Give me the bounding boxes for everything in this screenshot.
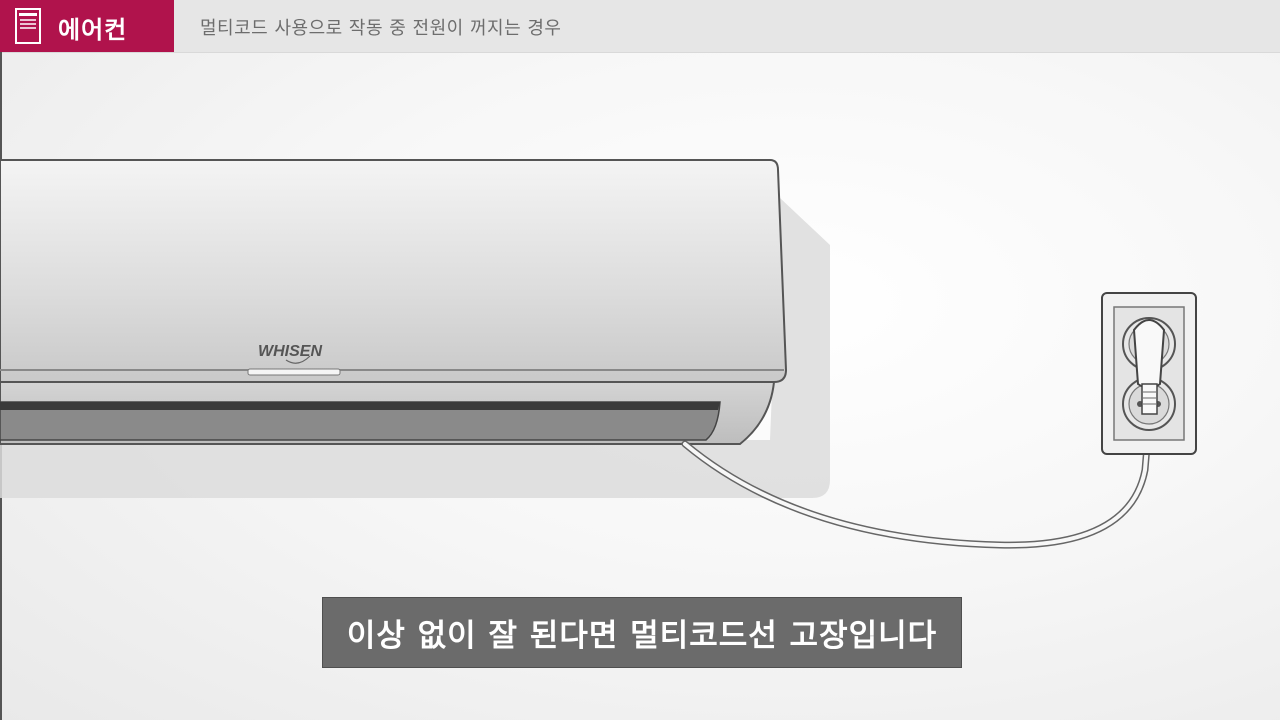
header-bar: 에어컨 멀티코드 사용으로 작동 중 전원이 꺼지는 경우: [0, 0, 1280, 53]
display-panel: [247, 368, 341, 376]
brand-logo: WHISEN: [258, 343, 322, 360]
category-tab: 에어컨: [0, 0, 174, 52]
air-conditioner-unit: WHISEN: [0, 159, 788, 445]
document-icon: [15, 8, 41, 44]
category-label: 에어컨: [58, 16, 128, 44]
subtitle-caption: 이상 없이 잘 된다면 멀티코드선 고장입니다: [322, 597, 962, 668]
page-title: 멀티코드 사용으로 작동 중 전원이 꺼지는 경우: [200, 18, 562, 39]
